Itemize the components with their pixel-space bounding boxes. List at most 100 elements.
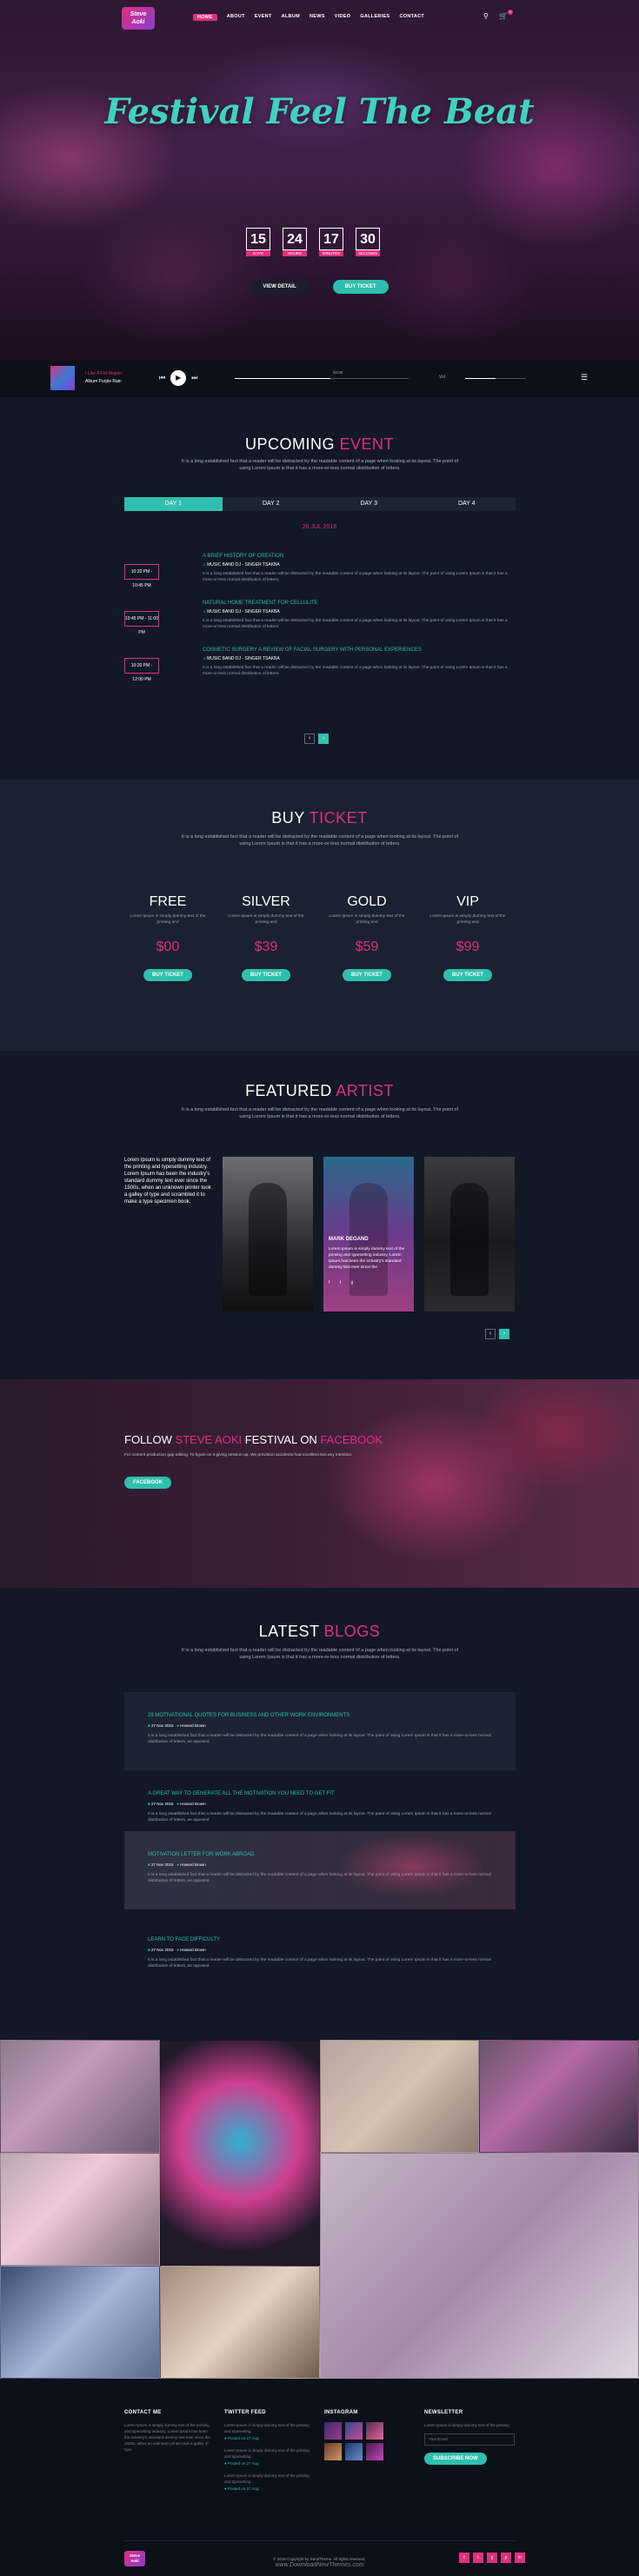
day-tabs: DAY 1 DAY 2 DAY 3 DAY 4 — [124, 497, 516, 511]
artist-photo — [249, 1183, 287, 1296]
artist-card[interactable] — [424, 1157, 515, 1311]
gallery-image[interactable] — [0, 2266, 160, 2379]
artist-card[interactable] — [223, 1157, 313, 1311]
watermark: www.DownloadNewThemes.com — [275, 2562, 364, 2568]
photo-gallery — [0, 2040, 639, 2379]
volume-label: Vol — [439, 375, 445, 380]
next-arrow-icon[interactable]: › — [318, 734, 329, 744]
nav-event[interactable]: EVENT — [255, 14, 272, 21]
subscribe-button[interactable]: SUBSCRIBE NOW — [424, 2453, 487, 2465]
instagram-thumb[interactable] — [366, 2443, 383, 2460]
player-controls: ⏮ ▶ ⏭ — [159, 370, 197, 386]
user-icon: ● — [176, 1948, 179, 1952]
blog-post[interactable]: 29 MOTIVATIONAL QUOTES FOR BUSINESS AND … — [124, 1692, 516, 1770]
instagram-thumb[interactable] — [345, 2422, 363, 2440]
buy-ticket-button[interactable]: BUY TICKET — [332, 280, 389, 294]
instagram-thumb[interactable] — [345, 2443, 363, 2460]
instagram-thumb[interactable] — [366, 2422, 383, 2440]
cart-icon[interactable]: 🛒 — [499, 12, 508, 20]
volume-slider[interactable] — [465, 378, 526, 379]
music-icon: ♫ — [203, 656, 206, 661]
facebook-desc: For content production gap editing. To f… — [124, 1453, 353, 1457]
nav-home[interactable]: HOME — [193, 14, 217, 21]
plan-buy-button[interactable]: BUY TICKET — [443, 969, 492, 981]
prev-arrow-icon[interactable]: ‹ — [304, 734, 315, 744]
tab-day-2[interactable]: DAY 2 — [222, 497, 320, 511]
countdown-hours: 24 HOURS — [283, 228, 307, 256]
event-item[interactable]: 10:45 PM - 11:00 PM NATURAL HOME TREATME… — [124, 599, 516, 642]
tweet: Lorem Ipsum is simply dummy text of the … — [224, 2473, 310, 2491]
newsletter-email-input[interactable]: Your Email — [424, 2433, 515, 2446]
next-icon[interactable]: ⏭ — [191, 374, 197, 382]
gallery-image[interactable] — [0, 2153, 160, 2266]
artist-card-featured[interactable]: MARK DEGAND Lorem Ipsum is simply dummy … — [323, 1157, 414, 1311]
twitter-icon: ● — [224, 2436, 227, 2440]
playlist-icon[interactable]: ☰ — [581, 373, 588, 382]
artist-title: FEATURED ARTIST — [245, 1082, 394, 1099]
next-arrow-icon[interactable]: › — [499, 1329, 509, 1339]
track-title: I Like A Foll Mapier — [85, 371, 123, 376]
blog-post[interactable]: LEARN TO FACE DIFFICULTY ■ 27 Nov 2016 ●… — [124, 1916, 516, 1995]
nav-video[interactable]: VIDEO — [335, 14, 351, 21]
calendar-icon: ■ — [148, 1802, 150, 1806]
blog-post[interactable]: MOTIVATION LETTER FOR WORK ABROAD ■ 27 N… — [124, 1831, 516, 1909]
twitter-icon: ● — [224, 2461, 227, 2466]
artist-desc: Lorem Ipsum is simply dummy text of the … — [329, 1247, 405, 1270]
upcoming-lead: It is a long established fact that a rea… — [181, 459, 459, 471]
progress-bar[interactable] — [235, 378, 409, 379]
tab-day-1[interactable]: DAY 1 — [124, 497, 223, 511]
blogs-lead: It is a long established fact that a rea… — [181, 1648, 459, 1660]
play-icon[interactable]: ▶ — [170, 370, 187, 386]
artist-name: MARK DEGAND — [329, 1237, 369, 1242]
footer-divider — [124, 2540, 516, 2541]
gallery-image[interactable] — [159, 2266, 320, 2379]
search-icon[interactable]: ⚲ — [483, 12, 489, 20]
tickets-title: BUY TICKET — [271, 809, 368, 827]
plan-buy-button[interactable]: BUY TICKET — [343, 969, 391, 981]
prev-icon[interactable]: ⏮ — [159, 374, 165, 382]
hero-buttons: VIEW DETAIL BUY TICKET — [0, 280, 639, 294]
audio-player: I Like A Foll Mapier Album Purple Rain ⏮… — [0, 361, 639, 397]
artist-intro: Lorem Ipsum is simply dummy text of the … — [124, 1158, 211, 1205]
tab-day-3[interactable]: DAY 3 — [320, 497, 418, 511]
plan-buy-button[interactable]: BUY TICKET — [143, 969, 192, 981]
artist-lead: It is a long established fact that a rea… — [181, 1107, 459, 1119]
facebook-section: FOLLOW STEVE AOKI FESTIVAL ON FACEBOOK F… — [0, 1379, 639, 1588]
prev-arrow-icon[interactable]: ‹ — [485, 1329, 496, 1339]
gallery-image[interactable] — [319, 2153, 639, 2379]
event-item[interactable]: 10:20 PM - 12:00 PM COSMETIC SURGERY A R… — [124, 646, 516, 689]
gallery-image[interactable] — [159, 2040, 320, 2266]
calendar-icon: ■ — [148, 1862, 150, 1867]
top-nav: Steve Aoki HOME ABOUT EVENT ALBUM NEWS VI… — [0, 7, 639, 31]
calendar-icon: ■ — [148, 1723, 150, 1728]
track-artist: Album Purple Rain — [85, 379, 122, 384]
site-logo[interactable]: Steve Aoki — [122, 7, 155, 30]
instagram-thumb[interactable] — [324, 2443, 342, 2460]
nav-about[interactable]: ABOUT — [227, 14, 245, 21]
blogs-title: LATEST BLOGS — [258, 1623, 381, 1640]
upcoming-event-section: UPCOMING EVENT It is a long established … — [0, 397, 639, 780]
tickets-lead: It is a long established fact that a rea… — [181, 834, 459, 846]
user-icon: ● — [176, 1862, 179, 1867]
nav-news[interactable]: NEWS — [310, 14, 325, 21]
plan-buy-button[interactable]: BUY TICKET — [242, 969, 290, 981]
gallery-image[interactable] — [0, 2040, 160, 2153]
nav-contact[interactable]: CONTACT — [399, 14, 424, 21]
music-icon: ♫ — [203, 562, 206, 568]
plan-free: FREE Lorem Ipsum is simply dummy text of … — [124, 894, 211, 981]
user-icon: ● — [176, 1802, 179, 1806]
artist-social-icons[interactable]: f t g — [329, 1280, 357, 1285]
gallery-image[interactable] — [319, 2040, 480, 2153]
countdown-days: 15 DAYS — [246, 228, 270, 256]
artist-photo — [450, 1183, 489, 1296]
view-detail-button[interactable]: VIEW DETAIL — [250, 280, 309, 294]
nav-album[interactable]: ALBUM — [282, 14, 300, 21]
facebook-button[interactable]: FACEBOOK — [124, 1477, 172, 1489]
instagram-thumb[interactable] — [324, 2422, 342, 2440]
upcoming-title: UPCOMING EVENT — [244, 435, 395, 453]
tab-day-4[interactable]: DAY 4 — [417, 497, 516, 511]
nav-galleries[interactable]: GALLERIES — [360, 14, 389, 21]
event-item[interactable]: 10:20 PM - 10:45 PM A BRIEF HISTORY OF C… — [124, 552, 516, 595]
hero-section: Steve Aoki HOME ABOUT EVENT ALBUM NEWS VI… — [0, 0, 639, 361]
gallery-image[interactable] — [479, 2040, 639, 2153]
